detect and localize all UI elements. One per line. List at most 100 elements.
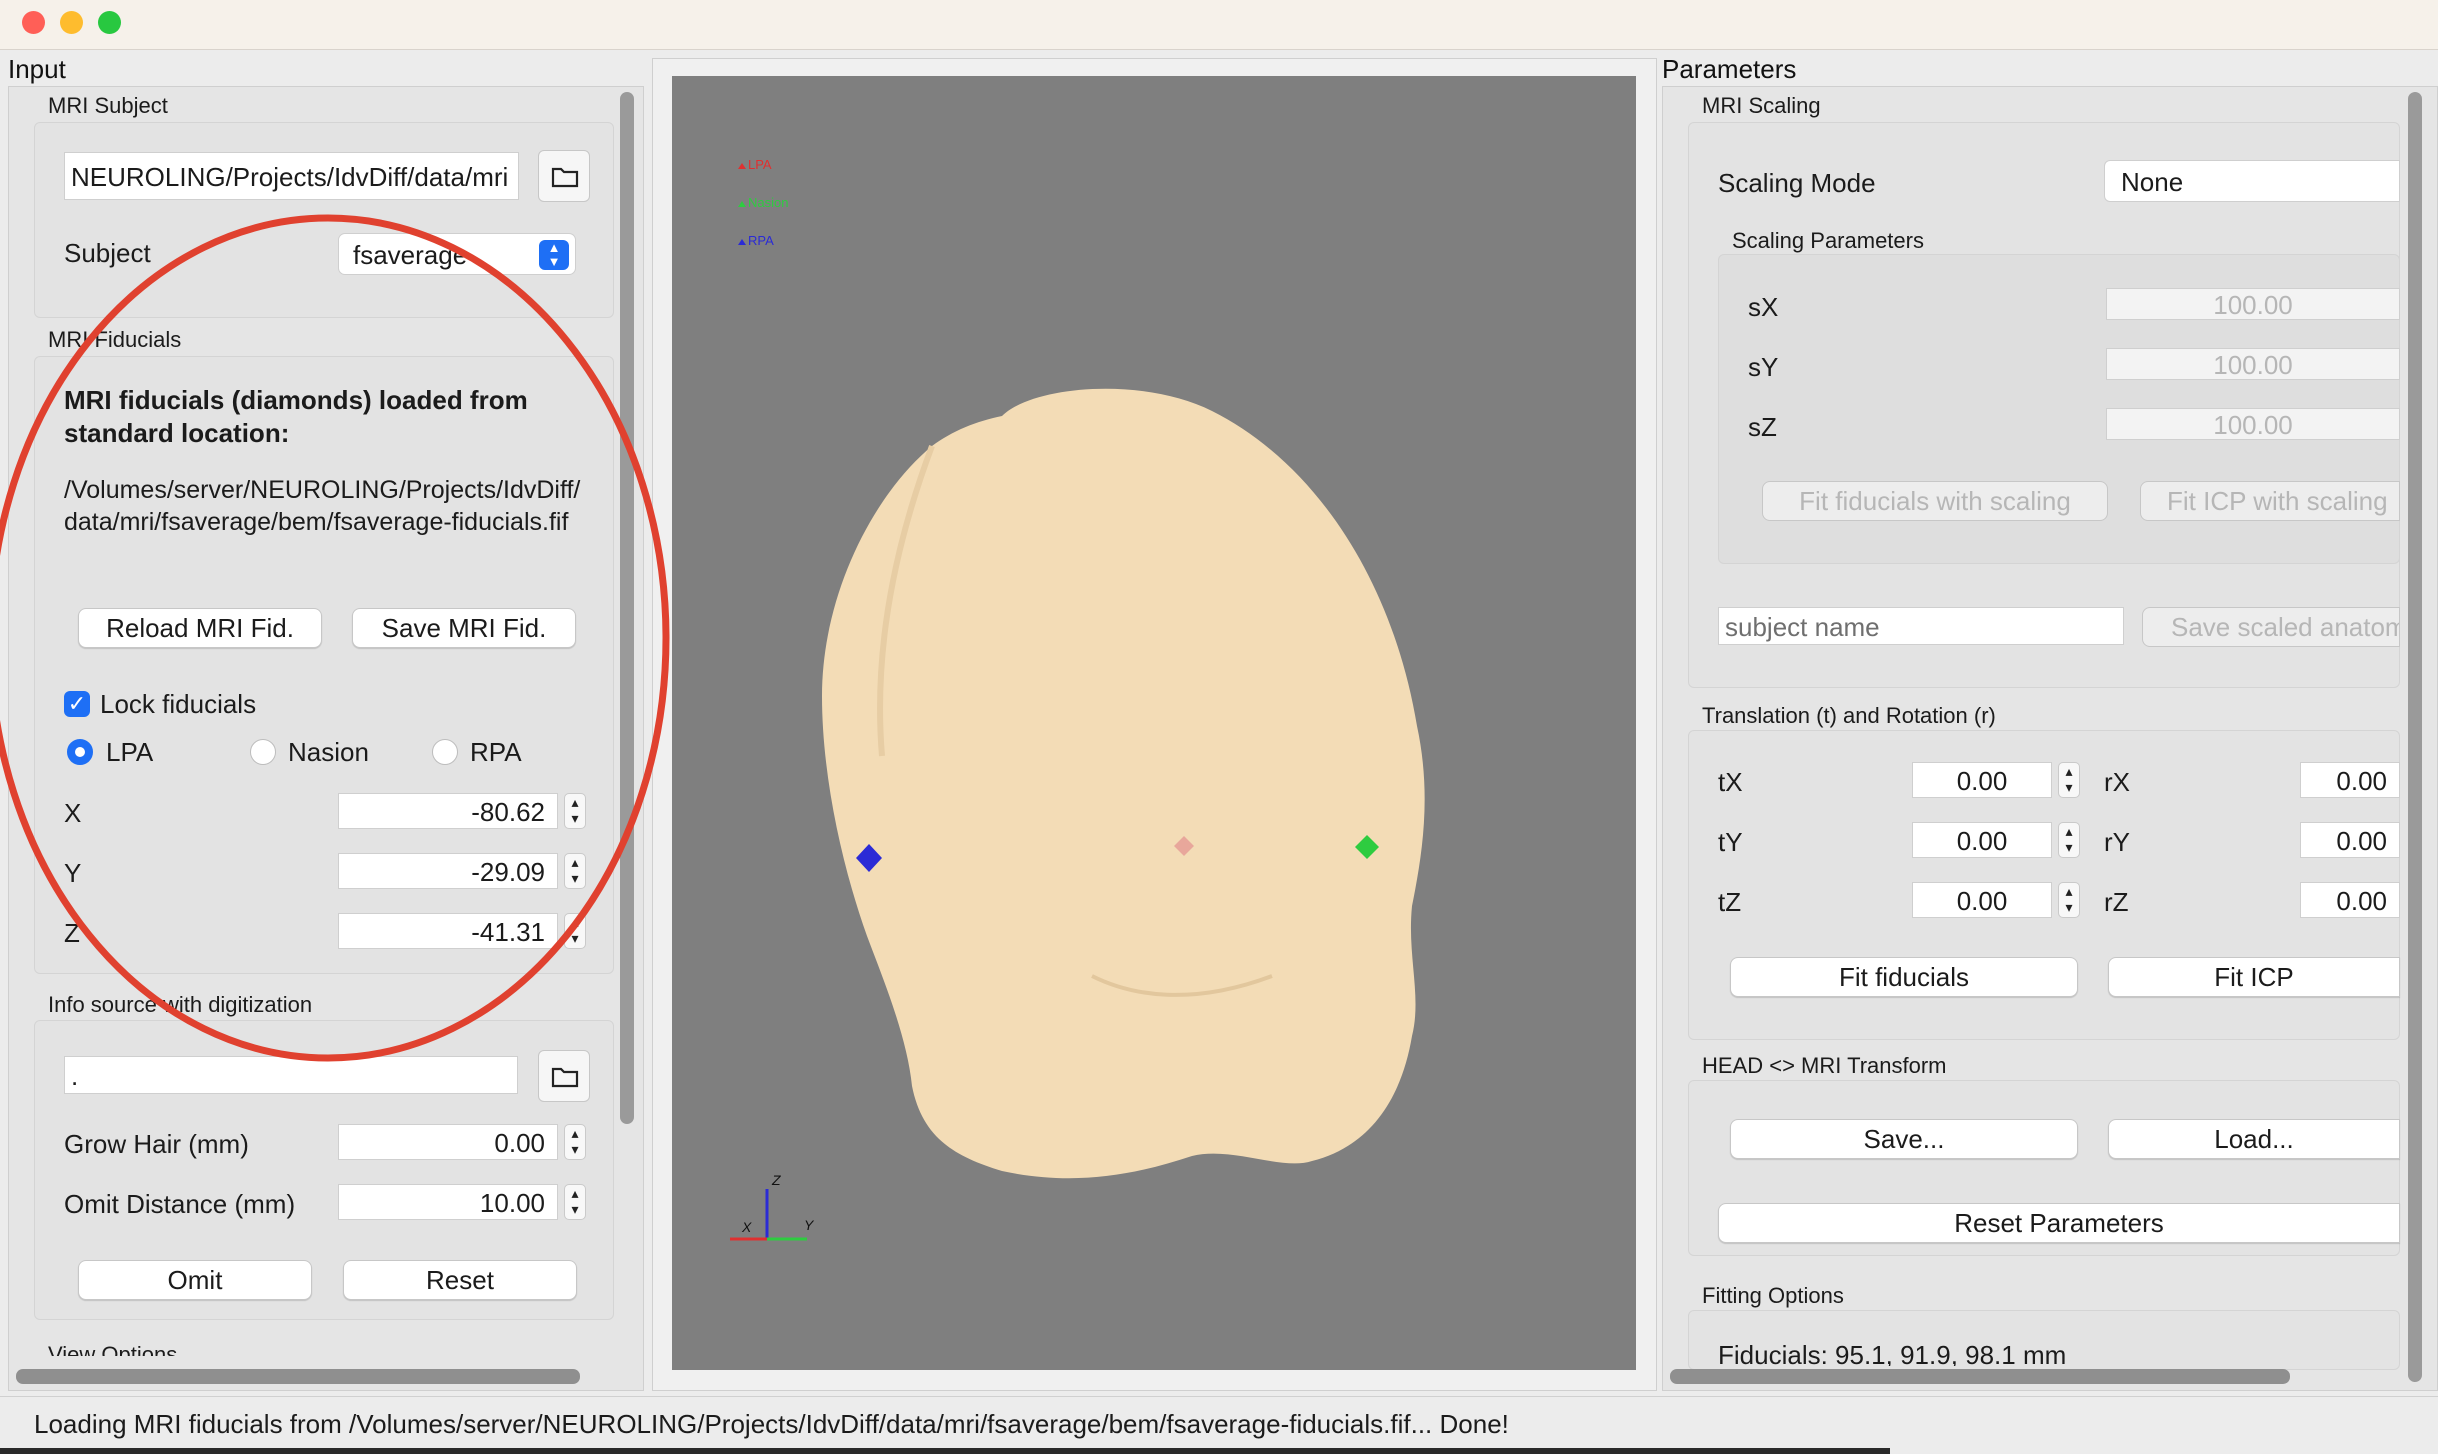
ry-label: rY bbox=[2104, 827, 2130, 857]
status-bar: Loading MRI fiducials from /Volumes/serv… bbox=[0, 1396, 2438, 1448]
input-panel-vertical-scrollbar[interactable] bbox=[620, 92, 634, 1124]
legend-lpa-label: LPA bbox=[748, 157, 772, 172]
fid-x-stepper[interactable]: ▴ ▾ bbox=[564, 793, 586, 829]
folder-icon bbox=[551, 167, 579, 188]
grow-hair-stepper[interactable]: ▴ ▾ bbox=[564, 1124, 586, 1160]
window-titlebar bbox=[0, 0, 2438, 50]
tz-label: tZ bbox=[1718, 887, 1742, 917]
fid-z-label: Z bbox=[64, 918, 80, 948]
ty-label: tY bbox=[1718, 827, 1743, 857]
reset-button[interactable]: Reset bbox=[343, 1260, 577, 1300]
fid-x-label: X bbox=[64, 798, 82, 828]
radio-nasion[interactable] bbox=[250, 739, 276, 765]
info-source-file-input[interactable]: . bbox=[64, 1056, 518, 1094]
save-scaled-anatomy-button[interactable]: Save scaled anatomy bbox=[2142, 607, 2400, 647]
parameters-panel-horizontal-scrollbar[interactable] bbox=[1670, 1369, 2290, 1384]
select-updown-icon: ▲ ▼ bbox=[539, 240, 569, 270]
radio-rpa[interactable] bbox=[432, 739, 458, 765]
mri-subject-path-input[interactable]: NEUROLING/Projects/IdvDiff/data/mri bbox=[64, 152, 519, 200]
fit-icp-button[interactable]: Fit ICP bbox=[2108, 957, 2400, 997]
omit-button[interactable]: Omit bbox=[78, 1260, 312, 1300]
status-message: Loading MRI fiducials from /Volumes/serv… bbox=[34, 1409, 1509, 1439]
close-window-button[interactable] bbox=[22, 11, 45, 34]
axis-x-label: X bbox=[741, 1219, 752, 1235]
axis-y-label: Y bbox=[804, 1217, 815, 1233]
zoom-window-button[interactable] bbox=[98, 11, 121, 34]
fid-x-input[interactable]: -80.62 bbox=[338, 793, 558, 829]
rz-input[interactable]: 0.00 bbox=[2300, 882, 2400, 918]
parameters-panel-title: Parameters bbox=[1662, 54, 1797, 84]
legend-rpa-label: RPA bbox=[748, 233, 774, 248]
info-source-group-title: Info source with digitization bbox=[48, 992, 313, 1017]
minimize-window-button[interactable] bbox=[60, 11, 83, 34]
background-terminal-strip bbox=[0, 1448, 1890, 1454]
fiducials-distance-text: Fiducials: 95.1, 91.9, 98.1 mm bbox=[1718, 1340, 2067, 1366]
omit-distance-label: Omit Distance (mm) bbox=[64, 1189, 296, 1219]
sy-label: sY bbox=[1748, 352, 1779, 382]
ry-input[interactable]: 0.00 bbox=[2300, 822, 2400, 858]
fitting-options-group-title: Fitting Options bbox=[1702, 1283, 1844, 1308]
reset-parameters-button[interactable]: Reset Parameters bbox=[1718, 1203, 2400, 1243]
tz-input[interactable]: 0.00 bbox=[1912, 882, 2052, 918]
fiducials-path-text: /Volumes/server/NEUROLING/Projects/IdvDi… bbox=[64, 476, 581, 536]
fiducials-heading: MRI fiducials (diamonds) loaded from sta… bbox=[64, 385, 528, 448]
fit-icp-scaling-button[interactable]: Fit ICP with scaling bbox=[2140, 481, 2400, 521]
subject-name-input[interactable]: subject name bbox=[1718, 607, 2124, 645]
tx-stepper[interactable]: ▴ ▾ bbox=[2058, 762, 2080, 798]
head-mri-group-title: HEAD <> MRI Transform bbox=[1702, 1053, 1947, 1078]
subject-select[interactable]: fsaverage ▲ ▼ bbox=[338, 233, 576, 275]
ty-stepper[interactable]: ▴ ▾ bbox=[2058, 822, 2080, 858]
fid-z-input[interactable]: -41.31 bbox=[338, 913, 558, 949]
rx-label: rX bbox=[2104, 767, 2130, 797]
3d-viewer[interactable]: LPA Nasion RPA Z X Y bbox=[672, 76, 1636, 1370]
scaling-params-title: Scaling Parameters bbox=[1732, 228, 1924, 253]
mri-fiducials-group-title: MRI Fiducials bbox=[48, 327, 182, 352]
grow-hair-label: Grow Hair (mm) bbox=[64, 1129, 249, 1159]
rx-input[interactable]: 0.00 bbox=[2300, 762, 2400, 798]
load-transform-button[interactable]: Load... bbox=[2108, 1119, 2400, 1159]
view-options-group-title: View Options bbox=[48, 1342, 178, 1356]
tz-stepper[interactable]: ▴ ▾ bbox=[2058, 882, 2080, 918]
lock-fiducials-checkbox[interactable]: ✓ bbox=[64, 691, 90, 717]
folder-icon bbox=[551, 1067, 579, 1088]
subject-label: Subject bbox=[64, 238, 151, 268]
parameters-panel-vertical-scrollbar[interactable] bbox=[2408, 92, 2422, 1382]
radio-nasion-label: Nasion bbox=[288, 737, 369, 767]
subject-name-placeholder: subject name bbox=[1725, 612, 1880, 642]
sx-input[interactable]: 100.00 bbox=[2106, 288, 2400, 320]
legend-rpa-glyph bbox=[738, 239, 746, 245]
sy-input[interactable]: 100.00 bbox=[2106, 348, 2400, 380]
ty-input[interactable]: 0.00 bbox=[1912, 822, 2052, 858]
scaling-mode-label: Scaling Mode bbox=[1718, 168, 1876, 198]
save-transform-button[interactable]: Save... bbox=[1730, 1119, 2078, 1159]
save-mri-fid-button[interactable]: Save MRI Fid. bbox=[352, 608, 576, 648]
orientation-axes: Z X Y bbox=[730, 1172, 815, 1241]
legend-nasion-glyph bbox=[738, 201, 746, 207]
rz-label: rZ bbox=[2104, 887, 2129, 917]
radio-lpa[interactable] bbox=[67, 739, 93, 765]
sz-label: sZ bbox=[1748, 412, 1777, 442]
scaling-mode-select[interactable]: None bbox=[2104, 160, 2400, 202]
fid-y-stepper[interactable]: ▴ ▾ bbox=[564, 853, 586, 889]
browse-subjects-dir-button[interactable] bbox=[538, 150, 590, 202]
tx-input[interactable]: 0.00 bbox=[1912, 762, 2052, 798]
radio-lpa-label: LPA bbox=[106, 737, 154, 767]
tx-label: tX bbox=[1718, 767, 1743, 797]
sz-input[interactable]: 100.00 bbox=[2106, 408, 2400, 440]
fid-z-stepper[interactable]: ▴ ▾ bbox=[564, 913, 586, 949]
browse-info-file-button[interactable] bbox=[538, 1050, 590, 1102]
grow-hair-input[interactable]: 0.00 bbox=[338, 1124, 558, 1160]
3d-scene: LPA Nasion RPA Z X Y bbox=[730, 157, 1425, 1241]
omit-distance-stepper[interactable]: ▴ ▾ bbox=[564, 1184, 586, 1220]
sx-label: sX bbox=[1748, 292, 1779, 322]
reload-mri-fid-button[interactable]: Reload MRI Fid. bbox=[78, 608, 322, 648]
translation-rotation-group-title: Translation (t) and Rotation (r) bbox=[1702, 703, 1996, 728]
legend-nasion-label: Nasion bbox=[748, 195, 788, 210]
fit-fiducials-scaling-button[interactable]: Fit fiducials with scaling bbox=[1762, 481, 2108, 521]
fit-fiducials-button[interactable]: Fit fiducials bbox=[1730, 957, 2078, 997]
viewer-legend: LPA Nasion RPA bbox=[738, 157, 788, 248]
input-panel-horizontal-scrollbar[interactable] bbox=[16, 1369, 580, 1384]
fid-y-input[interactable]: -29.09 bbox=[338, 853, 558, 889]
omit-distance-input[interactable]: 10.00 bbox=[338, 1184, 558, 1220]
legend-lpa-glyph bbox=[738, 163, 746, 169]
